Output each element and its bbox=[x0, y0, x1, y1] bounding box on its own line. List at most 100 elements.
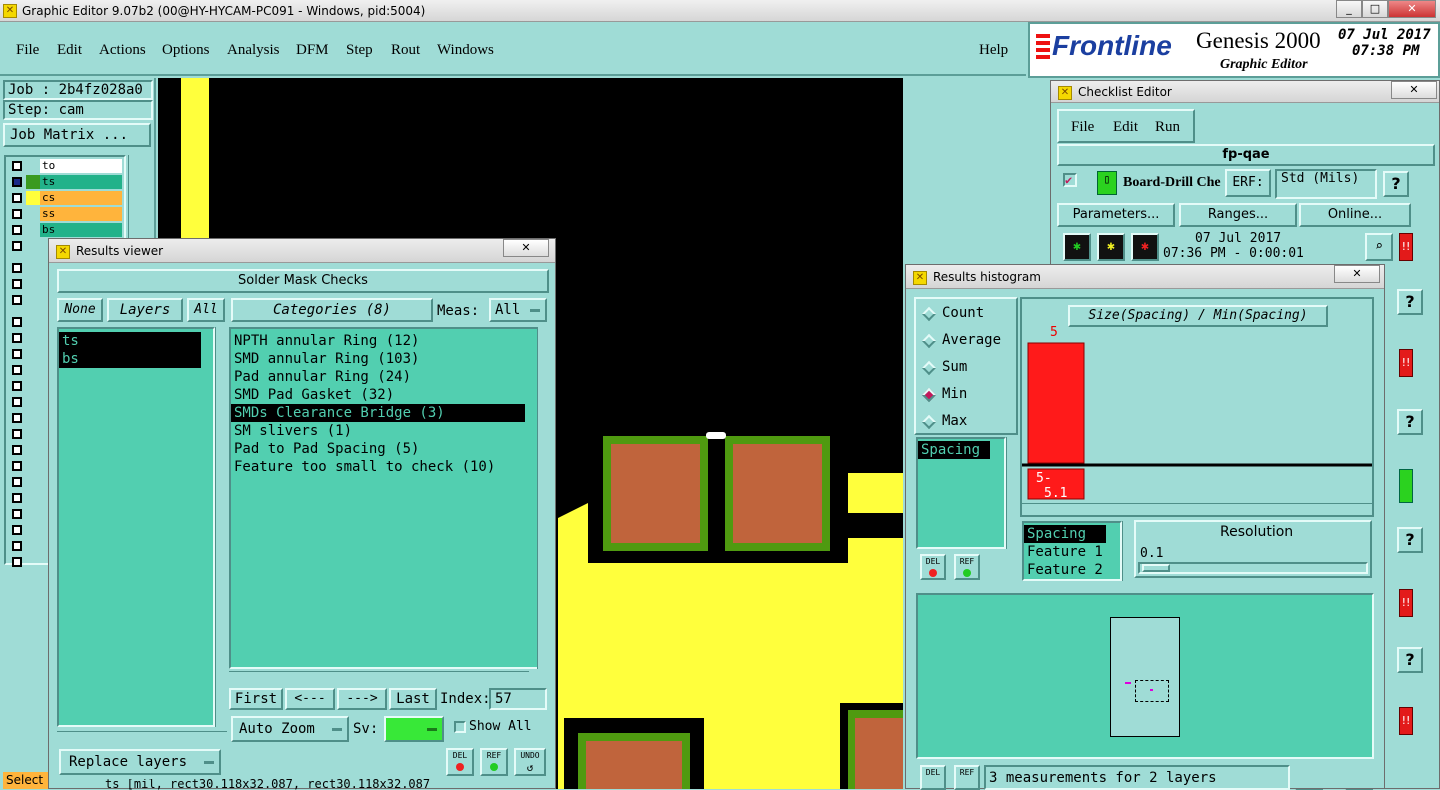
category-item[interactable]: Pad to Pad Spacing (5) bbox=[231, 440, 537, 458]
menu-step[interactable]: Step bbox=[346, 42, 373, 59]
maximize-button[interactable]: □ bbox=[1362, 0, 1388, 18]
action-name[interactable]: Board-Drill Che bbox=[1123, 175, 1223, 191]
list-item[interactable]: bs bbox=[59, 350, 201, 368]
close-button[interactable]: ✕ bbox=[1388, 0, 1436, 18]
menu-rout[interactable]: Rout bbox=[391, 42, 420, 59]
select-mode-label[interactable]: Select bbox=[3, 772, 51, 789]
layers-list-hscroll[interactable] bbox=[57, 731, 227, 743]
category-item[interactable]: NPTH annular Ring (12) bbox=[231, 332, 537, 350]
chart-hscroll[interactable] bbox=[1022, 503, 1372, 515]
prev-button[interactable]: <--- bbox=[285, 688, 335, 710]
layer-select-box[interactable] bbox=[12, 161, 22, 171]
sv-color-dropdown[interactable] bbox=[384, 716, 444, 742]
layer-select-box[interactable] bbox=[12, 541, 22, 551]
list-item[interactable]: Feature 1 bbox=[1024, 543, 1120, 561]
job-matrix-button[interactable]: Job Matrix ... bbox=[3, 123, 151, 147]
help-button[interactable]: ? bbox=[1397, 289, 1423, 315]
layer-select-box[interactable] bbox=[12, 279, 22, 289]
checklist-menu-edit[interactable]: Edit bbox=[1113, 119, 1138, 136]
results-viewer-close[interactable]: ✕ bbox=[503, 239, 549, 257]
measure-list[interactable]: Spacing bbox=[916, 437, 1006, 549]
category-item-selected[interactable]: SMDs Clearance Bridge (3) bbox=[231, 404, 525, 422]
layer-select-box[interactable] bbox=[12, 461, 22, 471]
layer-select-box[interactable] bbox=[12, 381, 22, 391]
layer-select-box[interactable] bbox=[12, 295, 22, 305]
next-button[interactable]: ---> bbox=[337, 688, 387, 710]
auto-zoom-dropdown[interactable]: Auto Zoom bbox=[231, 716, 349, 742]
first-button[interactable]: First bbox=[229, 688, 283, 710]
help-button[interactable]: ? bbox=[1397, 409, 1423, 435]
list-item[interactable]: Feature 2 bbox=[1024, 561, 1120, 579]
layer-select-box[interactable] bbox=[12, 209, 22, 219]
show-all-checkbox[interactable] bbox=[454, 721, 466, 733]
category-item[interactable]: SMD annular Ring (103) bbox=[231, 350, 537, 368]
zoom-magnifier-icon[interactable]: ⌕ bbox=[1365, 233, 1393, 261]
layer-select-box[interactable] bbox=[12, 525, 22, 535]
categories-scrollbar[interactable] bbox=[537, 327, 549, 669]
undo-button[interactable]: UNDO ↺ bbox=[514, 748, 546, 776]
radio-min[interactable] bbox=[921, 387, 937, 403]
layer-select-box[interactable] bbox=[12, 413, 22, 423]
layer-select-box[interactable] bbox=[12, 349, 22, 359]
layer-select-box[interactable] bbox=[12, 333, 22, 343]
menu-actions[interactable]: Actions bbox=[99, 42, 146, 59]
list-item[interactable]: Spacing bbox=[918, 441, 990, 459]
list-item[interactable]: ts bbox=[59, 332, 201, 350]
layer-select-box[interactable] bbox=[12, 263, 22, 273]
meas-dropdown[interactable]: All bbox=[489, 298, 547, 322]
replace-layers-dropdown[interactable]: Replace layers bbox=[59, 749, 221, 775]
feature-list-scrollbar[interactable] bbox=[1122, 521, 1134, 581]
categories-hscroll[interactable] bbox=[229, 671, 529, 683]
layers-list-scrollbar[interactable] bbox=[215, 327, 227, 727]
category-item[interactable]: Pad annular Ring (24) bbox=[231, 368, 537, 386]
menu-dfm[interactable]: DFM bbox=[296, 42, 329, 59]
hist-ref-button[interactable]: REF bbox=[954, 554, 980, 580]
categories-list[interactable]: NPTH annular Ring (12) SMD annular Ring … bbox=[229, 327, 539, 669]
layer-select-box[interactable] bbox=[12, 397, 22, 407]
layer-row[interactable]: bs bbox=[40, 223, 122, 237]
category-item[interactable]: SM slivers (1) bbox=[231, 422, 537, 440]
preview-ref-button[interactable]: REF bbox=[954, 765, 980, 790]
ranges-button[interactable]: Ranges... bbox=[1179, 203, 1297, 227]
layer-select-box[interactable] bbox=[12, 493, 22, 503]
radio-count[interactable] bbox=[921, 306, 937, 322]
menu-analysis[interactable]: Analysis bbox=[227, 42, 280, 59]
run-icon[interactable]: ✱ bbox=[1063, 233, 1091, 261]
run-failed-icon[interactable]: ✱ bbox=[1131, 233, 1159, 261]
resolution-slider[interactable] bbox=[1138, 562, 1368, 574]
measure-list-scrollbar[interactable] bbox=[1006, 437, 1018, 549]
online-button[interactable]: Online... bbox=[1299, 203, 1411, 227]
layer-select-box[interactable] bbox=[12, 477, 22, 487]
layer-select-box[interactable] bbox=[12, 317, 22, 327]
checklist-menu-run[interactable]: Run bbox=[1155, 119, 1180, 136]
histogram-bar[interactable] bbox=[1027, 342, 1085, 464]
layer-select-box[interactable] bbox=[12, 509, 22, 519]
radio-average[interactable] bbox=[921, 333, 937, 349]
parameters-button[interactable]: Parameters... bbox=[1057, 203, 1175, 227]
none-button[interactable]: None bbox=[57, 298, 103, 322]
resolution-slider-handle[interactable] bbox=[1142, 564, 1170, 572]
layer-select-box[interactable] bbox=[12, 193, 22, 203]
categories-button[interactable]: Categories (8) bbox=[231, 298, 433, 322]
help-button[interactable]: ? bbox=[1383, 171, 1409, 197]
radio-max[interactable] bbox=[921, 414, 937, 430]
radio-sum[interactable] bbox=[921, 360, 937, 376]
checklist-titlebar[interactable]: ✕ Checklist Editor ✕ bbox=[1051, 81, 1439, 103]
layer-row[interactable]: cs bbox=[40, 191, 122, 205]
menu-options[interactable]: Options bbox=[162, 42, 210, 59]
results-viewer-titlebar[interactable]: ✕ Results viewer ✕ bbox=[49, 239, 555, 263]
minimize-button[interactable]: _ bbox=[1336, 0, 1362, 18]
feature-list[interactable]: Spacing Feature 1 Feature 2 bbox=[1022, 521, 1122, 581]
menu-file[interactable]: File bbox=[16, 42, 39, 59]
histogram-titlebar[interactable]: ✕ Results histogram ✕ bbox=[906, 265, 1384, 289]
preview-del-button[interactable]: DEL bbox=[920, 765, 946, 790]
layer-select-box[interactable] bbox=[12, 557, 22, 567]
menu-windows[interactable]: Windows bbox=[437, 42, 494, 59]
category-item[interactable]: SMD Pad Gasket (32) bbox=[231, 386, 537, 404]
layer-select-box[interactable] bbox=[12, 445, 22, 455]
del-button[interactable]: DEL bbox=[446, 748, 474, 776]
index-input[interactable]: 57 bbox=[489, 688, 547, 710]
layer-select-box[interactable] bbox=[12, 241, 22, 251]
erf-value[interactable]: Std (Mils) bbox=[1275, 169, 1377, 199]
layer-select-box[interactable] bbox=[12, 177, 22, 187]
